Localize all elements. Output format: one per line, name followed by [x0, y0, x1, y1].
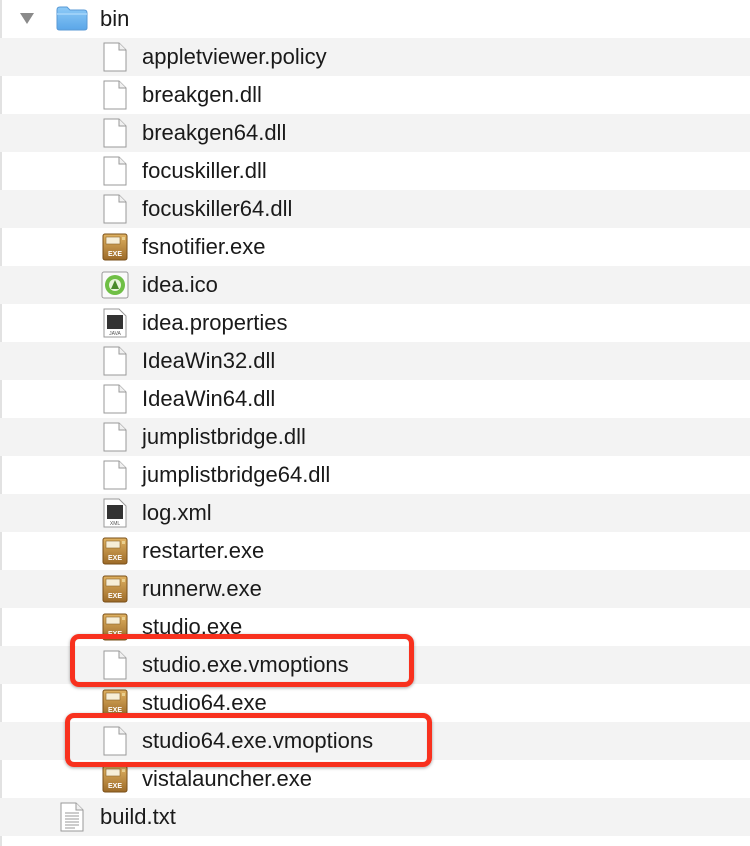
exe-icon: EXE: [102, 537, 128, 570]
exe-icon: EXE: [102, 575, 128, 608]
file-row[interactable]: EXE runnerw.exe: [0, 570, 750, 608]
file-row[interactable]: appletviewer.policy: [0, 38, 750, 76]
file-row[interactable]: JAVA idea.properties: [0, 304, 750, 342]
exe-icon: EXE: [102, 765, 128, 798]
file-row[interactable]: jumplistbridge64.dll: [0, 456, 750, 494]
document-icon: [103, 80, 127, 115]
svg-text:EXE: EXE: [108, 783, 122, 790]
svg-text:EXE: EXE: [108, 251, 122, 258]
file-row[interactable]: EXE fsnotifier.exe: [0, 228, 750, 266]
file-name: idea.ico: [142, 272, 218, 297]
file-row[interactable]: breakgen.dll: [0, 76, 750, 114]
xml-file-icon: XML: [103, 498, 127, 533]
highlight-box-studio64-exe-vmoptions: [65, 713, 432, 767]
file-row[interactable]: jumplistbridge.dll: [0, 418, 750, 456]
document-icon: [103, 42, 127, 77]
file-name: jumplistbridge64.dll: [142, 462, 331, 487]
folder-icon: [56, 6, 88, 36]
document-icon: [103, 118, 127, 153]
file-row[interactable]: breakgen64.dll: [0, 114, 750, 152]
svg-text:EXE: EXE: [108, 555, 122, 562]
disclosure-triangle-open-icon[interactable]: [19, 12, 35, 30]
document-icon: [103, 384, 127, 419]
svg-text:XML: XML: [110, 521, 121, 527]
file-row-build-txt[interactable]: build.txt: [0, 798, 750, 836]
file-name: focuskiller.dll: [142, 158, 267, 183]
highlight-box-studio-exe-vmoptions: [70, 634, 414, 687]
file-row[interactable]: XML log.xml: [0, 494, 750, 532]
svg-text:JAVA: JAVA: [109, 331, 121, 337]
file-name: appletviewer.policy: [142, 44, 327, 69]
file-name: build.txt: [100, 804, 176, 829]
document-icon: [103, 422, 127, 457]
java-file-icon: JAVA: [103, 308, 127, 343]
file-name: breakgen64.dll: [142, 120, 287, 145]
file-row[interactable]: IdeaWin64.dll: [0, 380, 750, 418]
folder-row-bin[interactable]: bin: [0, 0, 750, 38]
file-row[interactable]: idea.ico: [0, 266, 750, 304]
folder-name: bin: [100, 6, 130, 31]
document-icon: [103, 460, 127, 495]
file-name: fsnotifier.exe: [142, 234, 266, 259]
svg-text:EXE: EXE: [108, 593, 122, 600]
file-row[interactable]: EXE restarter.exe: [0, 532, 750, 570]
file-row[interactable]: focuskiller64.dll: [0, 190, 750, 228]
file-name: IdeaWin64.dll: [142, 386, 276, 411]
file-name: jumplistbridge.dll: [142, 424, 306, 449]
file-row[interactable]: focuskiller.dll: [0, 152, 750, 190]
ico-image-icon: [101, 271, 129, 304]
exe-icon: EXE: [102, 233, 128, 266]
file-name: runnerw.exe: [142, 576, 262, 601]
document-icon: [103, 194, 127, 229]
partial-row: [0, 836, 750, 846]
folder-icon: [58, 841, 88, 846]
file-row[interactable]: IdeaWin32.dll: [0, 342, 750, 380]
file-name: focuskiller64.dll: [142, 196, 293, 221]
file-name: idea.properties: [142, 310, 288, 335]
file-name: IdeaWin32.dll: [142, 348, 276, 373]
file-name: restarter.exe: [142, 538, 265, 563]
document-icon: [103, 156, 127, 191]
document-icon: [103, 346, 127, 381]
file-name: breakgen.dll: [142, 82, 262, 107]
text-document-icon: [60, 802, 84, 837]
file-name: log.xml: [142, 500, 212, 525]
